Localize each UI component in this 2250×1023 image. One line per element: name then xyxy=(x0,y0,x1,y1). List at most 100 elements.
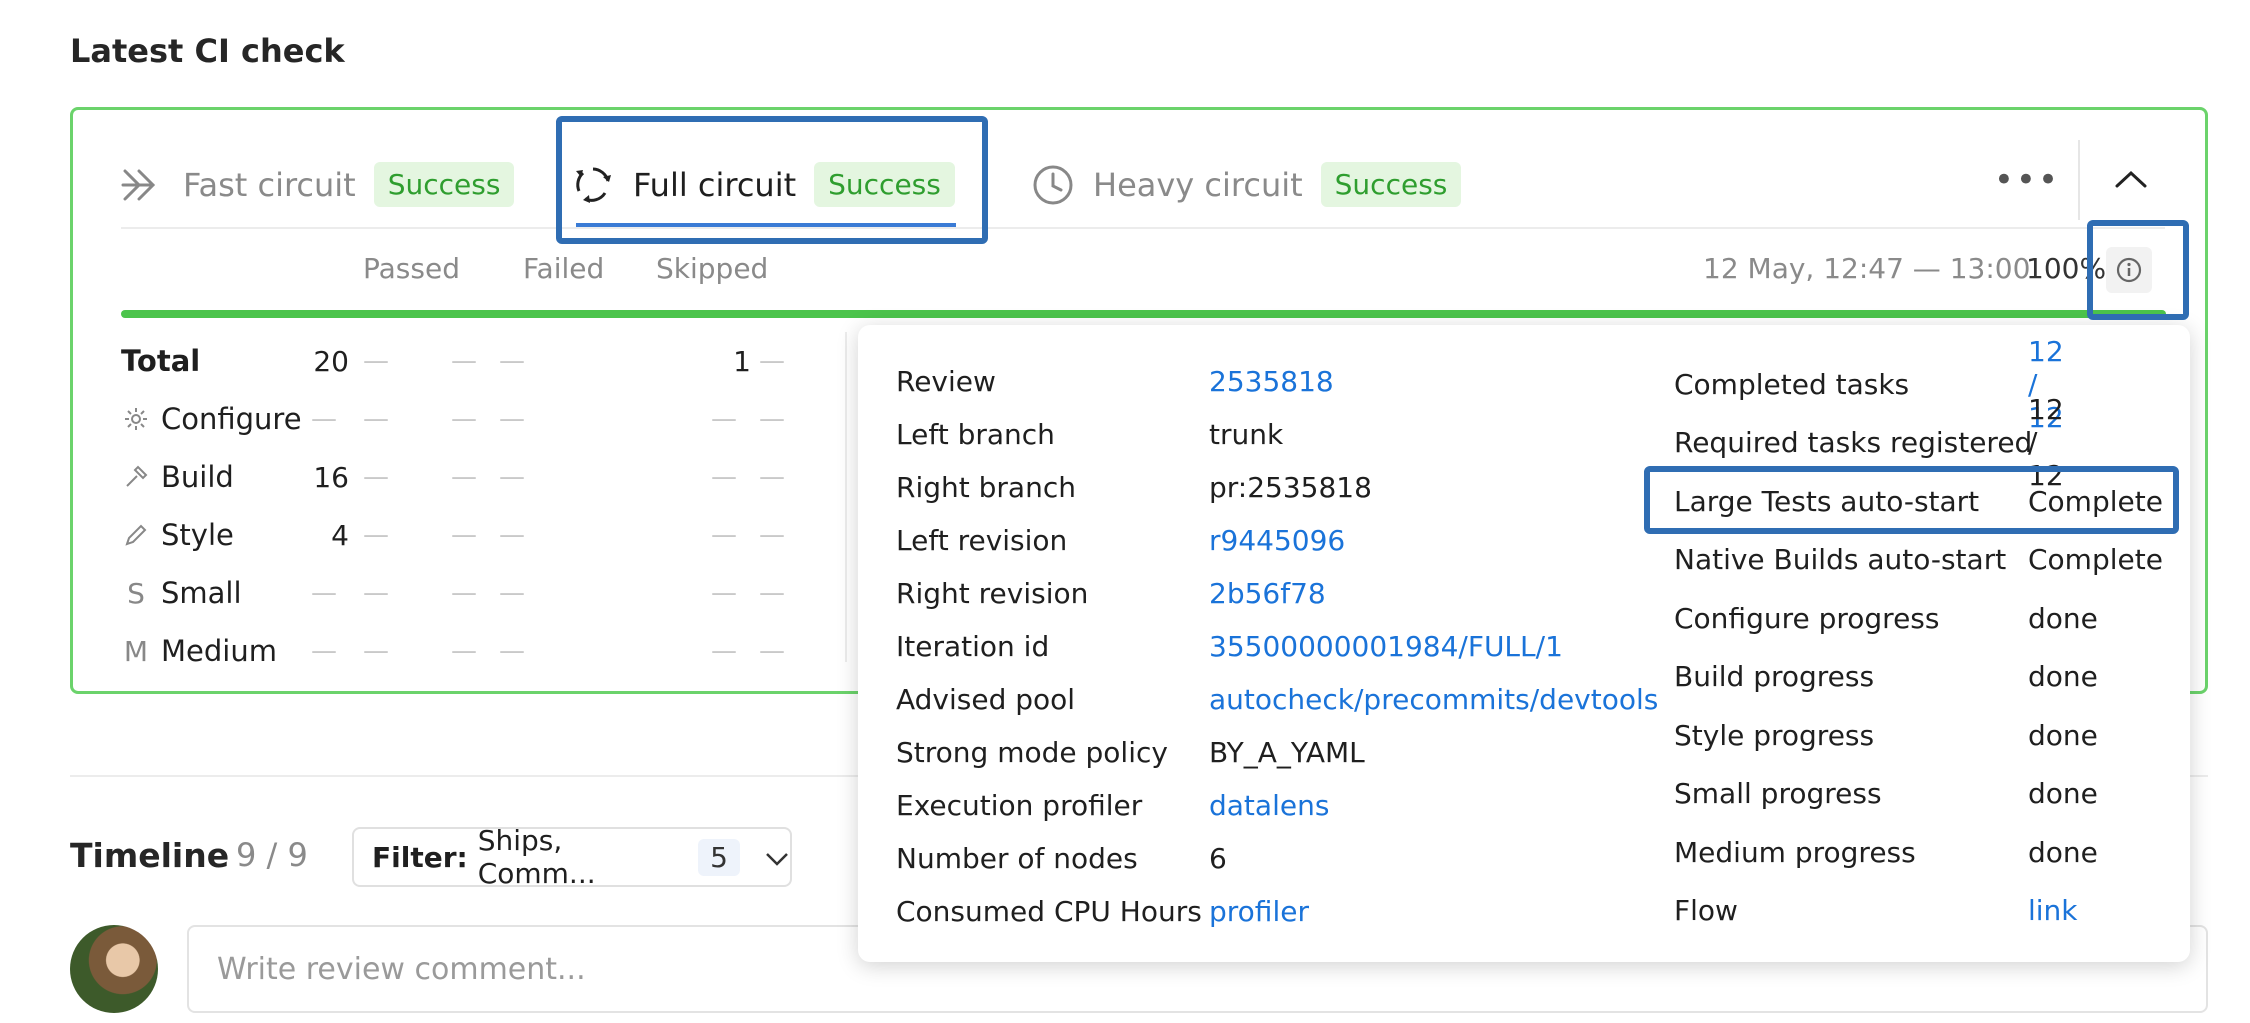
info-popover: Review 2535818 Left branch trunk Right bra… xyxy=(858,325,2190,962)
info-row: Number of nodes 6 xyxy=(896,832,1227,885)
info-value: Complete xyxy=(2028,484,2163,518)
tab-fast-circuit[interactable]: Fast circuit Success xyxy=(121,142,515,227)
info-row: Right revision 2b56f78 xyxy=(896,567,1326,620)
table-row: M Medium — — — — — — xyxy=(121,622,851,680)
dash: — xyxy=(499,462,525,492)
dash: — xyxy=(363,346,389,376)
info-icon[interactable] xyxy=(2106,247,2152,293)
table-row: S Small — — — — — — xyxy=(121,564,851,622)
dash: — xyxy=(711,520,737,550)
info-value: done xyxy=(2028,777,2098,811)
info-row: Medium progress done xyxy=(1674,823,2098,882)
dash: — xyxy=(711,636,737,666)
right-revision-link[interactable]: 2b56f78 xyxy=(1209,577,1326,610)
dash: — xyxy=(451,404,477,434)
info-row: Build progress done xyxy=(1674,648,2098,707)
dash: — xyxy=(363,462,389,492)
header-skipped: Skipped xyxy=(656,252,769,285)
column-divider xyxy=(845,332,847,662)
header-failed: Failed xyxy=(523,252,605,285)
dash: — xyxy=(759,578,785,608)
filter-count-badge: 5 xyxy=(698,838,740,876)
progress-percent: 100% xyxy=(2026,252,2107,285)
header-divider xyxy=(2078,140,2080,220)
info-row: Right branch pr:2535818 xyxy=(896,461,1372,514)
section-title: Latest CI check xyxy=(70,32,345,70)
cpu-hours-profiler-link[interactable]: profiler xyxy=(1209,895,1309,928)
info-key: Small progress xyxy=(1674,777,1882,811)
info-row: Flow link xyxy=(1674,882,2078,941)
tab-fast-label: Fast circuit xyxy=(183,165,356,204)
info-key: Flow xyxy=(1674,894,1738,928)
flow-link[interactable]: link xyxy=(2028,894,2078,927)
small-size-icon: S xyxy=(127,576,145,610)
clock-icon xyxy=(1031,163,1075,207)
info-key: Configure progress xyxy=(1674,601,1940,635)
popover-right-column: Completed tasks 12 / 12 Required tasks re… xyxy=(1674,335,2163,941)
more-options-icon[interactable]: ••• xyxy=(1994,160,2060,200)
passed-count: 20 xyxy=(313,344,349,378)
dash: — xyxy=(711,462,737,492)
dash: — xyxy=(363,578,389,608)
left-revision-link[interactable]: r9445096 xyxy=(1209,524,1345,557)
dash: — xyxy=(363,520,389,550)
info-value: done xyxy=(2028,601,2098,635)
info-key: Completed tasks xyxy=(1674,367,1910,401)
dash: — xyxy=(363,636,389,666)
info-row: Iteration id 35500000001984/FULL/1 xyxy=(896,620,1563,673)
info-row: Execution profiler datalens xyxy=(896,779,1329,832)
info-key: Build progress xyxy=(1674,660,1875,694)
info-row: Style progress done xyxy=(1674,706,2098,765)
timeline-filter-dropdown[interactable]: Filter: Ships, Comm... 5 xyxy=(352,824,792,890)
info-key: Execution profiler xyxy=(896,789,1143,822)
dash: — xyxy=(499,520,525,550)
dash: — xyxy=(759,404,785,434)
dash: — xyxy=(499,578,525,608)
status-badge: Success xyxy=(1320,162,1462,207)
info-key: Style progress xyxy=(1674,718,1875,752)
status-badge: Success xyxy=(814,162,955,207)
tab-heavy-circuit[interactable]: Heavy circuit Success xyxy=(1031,142,1462,227)
gear-icon xyxy=(121,406,151,432)
info-value: trunk xyxy=(1209,418,1284,451)
double-chevron-right-icon xyxy=(121,163,165,207)
chevron-up-icon[interactable] xyxy=(2107,155,2155,203)
info-value: pr:2535818 xyxy=(1209,471,1372,504)
info-value: BY_A_YAML xyxy=(1209,736,1365,769)
row-label: Build xyxy=(161,460,234,494)
tab-full-circuit[interactable]: Full circuit Success xyxy=(571,142,955,227)
header-passed: Passed xyxy=(363,252,460,285)
info-key: Consumed CPU Hours xyxy=(896,895,1202,928)
info-key: Medium progress xyxy=(1674,835,1916,869)
info-key: Native Builds auto-start xyxy=(1674,543,2007,577)
info-key: Left branch xyxy=(896,418,1055,451)
dash: — xyxy=(451,636,477,666)
circuit-tabs: Fast circuit Success Full circuit Succes… xyxy=(121,142,2165,227)
execution-profiler-link[interactable]: datalens xyxy=(1209,789,1329,822)
popover-left-column: Review 2535818 Left branch trunk Right bra… xyxy=(896,355,1658,938)
info-row: Completed tasks 12 / 12 xyxy=(1674,335,2064,434)
dash: — xyxy=(711,578,737,608)
iteration-id-link[interactable]: 35500000001984/FULL/1 xyxy=(1209,630,1563,663)
tab-full-label: Full circuit xyxy=(633,165,797,204)
advised-pool-link[interactable]: autocheck/precommits/devtools xyxy=(1209,683,1658,716)
info-row: Left branch trunk xyxy=(896,408,1283,461)
dash: — xyxy=(499,346,525,376)
dash: — xyxy=(759,346,785,376)
dash: — xyxy=(759,462,785,492)
info-value: done xyxy=(2028,718,2098,752)
info-key: Large Tests auto-start xyxy=(1674,484,1980,518)
timeline-count: 9 / 9 xyxy=(236,836,308,874)
info-key: Strong mode policy xyxy=(896,736,1168,769)
timeline-title: Timeline xyxy=(70,836,230,875)
row-label: Small xyxy=(161,576,242,610)
dash: — xyxy=(711,404,737,434)
info-row: Configure progress done xyxy=(1674,589,2098,648)
status-badge: Success xyxy=(373,162,515,207)
stats-table: Total 20 — — — 1 — Configure — — — — — —… xyxy=(121,332,851,680)
review-link[interactable]: 2535818 xyxy=(1209,365,1334,398)
progress-bar xyxy=(121,310,2166,318)
table-row: Build 16 — — — — — xyxy=(121,448,851,506)
chevron-down-icon xyxy=(764,841,790,874)
info-key: Advised pool xyxy=(896,683,1076,716)
